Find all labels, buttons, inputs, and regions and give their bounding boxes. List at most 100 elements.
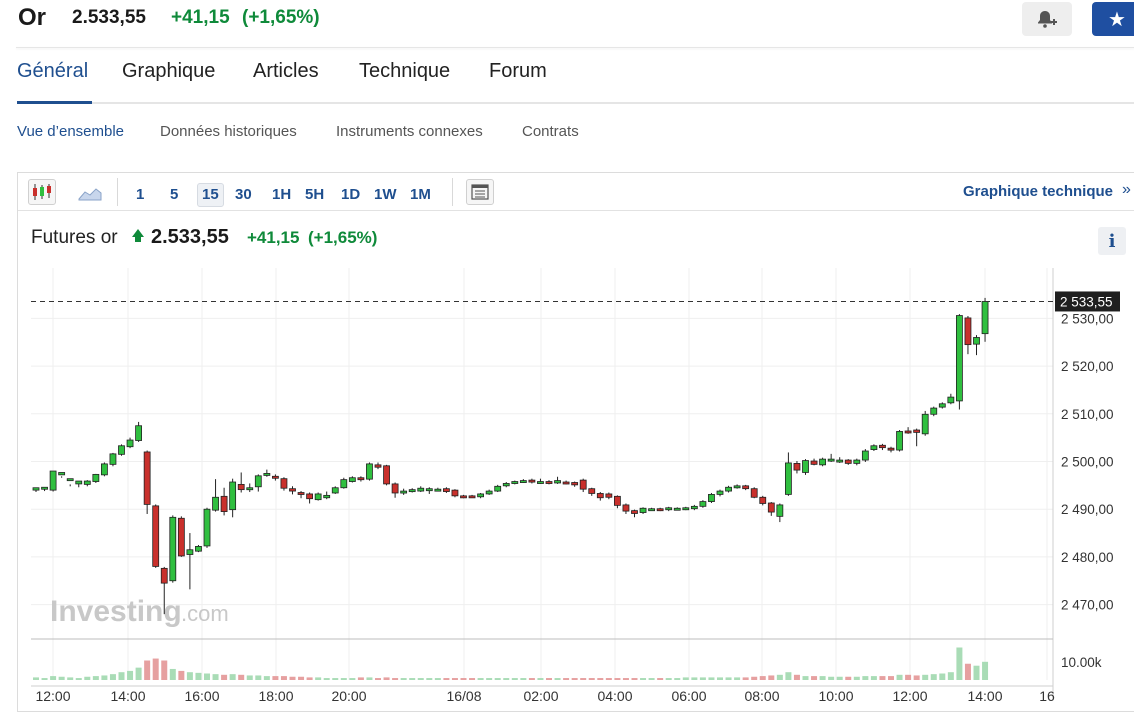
time-tick-label: 18:00: [258, 688, 293, 701]
volume-bar: [109, 674, 116, 680]
volume-bar: [426, 678, 433, 680]
candle-body: [109, 453, 117, 465]
candle-body: [340, 479, 348, 489]
candle: [588, 487, 596, 496]
candle: [682, 506, 690, 511]
volume-bar: [511, 678, 518, 680]
volume-bar: [118, 672, 125, 680]
candle: [836, 457, 844, 463]
candle-body: [930, 407, 938, 415]
watermark-brand: Investing: [50, 595, 182, 628]
volume-bar: [982, 661, 989, 680]
candle: [246, 483, 254, 493]
volume-bar: [221, 674, 228, 680]
volume-bar: [58, 676, 65, 680]
candle-body: [297, 492, 305, 495]
candle-body: [32, 487, 40, 491]
candle: [596, 492, 604, 501]
candle-body: [348, 477, 356, 482]
volume-bar: [443, 678, 450, 680]
candle-body: [537, 481, 544, 484]
candle: [947, 393, 955, 405]
candle: [118, 444, 125, 456]
candle: [896, 430, 903, 452]
volume-bar: [588, 678, 595, 680]
candle-body: [143, 451, 151, 505]
candle: [725, 485, 732, 493]
candle: [571, 481, 579, 487]
volume-tick-label: 10.00k: [1061, 655, 1102, 670]
volume-bar: [101, 675, 108, 680]
candle-body: [374, 464, 382, 468]
volume-bar: [417, 678, 424, 680]
volume-bar: [939, 673, 946, 680]
candle: [810, 458, 818, 466]
volume-bar: [631, 678, 638, 680]
volume-bar: [699, 677, 706, 680]
price-chart[interactable]: Investing .com 2 530,00 2 520,00 2 510,00 2…: [0, 0, 1134, 701]
last-price-label: 2 533,55: [1060, 294, 1113, 309]
watermark-suffix: .com: [181, 601, 229, 626]
candle-body: [973, 337, 980, 345]
candle-body: [913, 429, 921, 433]
volume-bar: [75, 678, 82, 680]
candle: [938, 402, 946, 409]
candle-body: [434, 488, 442, 492]
volume-bar: [973, 665, 980, 680]
candle-body: [827, 458, 835, 462]
volume-bar: [682, 677, 689, 680]
candle-body: [579, 479, 587, 490]
candle-body: [844, 459, 852, 464]
volume-bar: [528, 678, 535, 680]
candle-body: [92, 473, 100, 482]
candle-body: [947, 396, 955, 404]
volume-bar: [845, 676, 852, 680]
candle-body: [400, 490, 408, 494]
candle: [827, 453, 835, 462]
candle: [545, 480, 553, 485]
candle: [964, 316, 972, 355]
candle: [434, 487, 442, 492]
volume-bar: [776, 674, 783, 680]
volume-bar: [144, 660, 151, 680]
volume-bar: [896, 674, 903, 680]
candle: [297, 491, 305, 499]
candle-body: [742, 485, 750, 490]
candle-body: [870, 445, 878, 450]
candle-body: [767, 502, 775, 513]
candle: [177, 516, 185, 557]
candle-body: [425, 488, 433, 492]
time-tick-label: 02:00: [523, 688, 558, 701]
candle: [605, 492, 613, 500]
candle-body: [331, 487, 339, 494]
volume-bar: [802, 676, 809, 680]
candle-body: [83, 480, 91, 485]
volume-bar: [759, 676, 766, 680]
volume-bar: [41, 678, 48, 680]
volume-bar: [255, 675, 262, 680]
candle-body: [212, 496, 219, 511]
volume-bar: [751, 676, 758, 680]
candle-body: [708, 494, 715, 502]
candle: [844, 459, 852, 465]
volume-bar: [819, 676, 826, 680]
candle-body: [793, 463, 801, 471]
volume-bar: [725, 677, 732, 680]
time-tick-label: 16: [1039, 688, 1055, 701]
candle-body: [571, 482, 579, 486]
candle: [913, 428, 921, 447]
candle: [511, 480, 519, 485]
time-tick-label: 14:00: [967, 688, 1002, 701]
volume-bar: [400, 678, 407, 680]
candle-body: [699, 501, 707, 507]
candle: [477, 492, 485, 499]
volume-bar: [127, 670, 134, 680]
time-tick-label: 10:00: [818, 688, 853, 701]
volume-bar: [178, 670, 185, 680]
candle-body: [656, 508, 664, 512]
candle-body: [502, 483, 510, 487]
candle-body: [785, 462, 792, 495]
candle: [417, 486, 425, 493]
candle-body: [631, 510, 638, 514]
candle: [460, 494, 467, 499]
